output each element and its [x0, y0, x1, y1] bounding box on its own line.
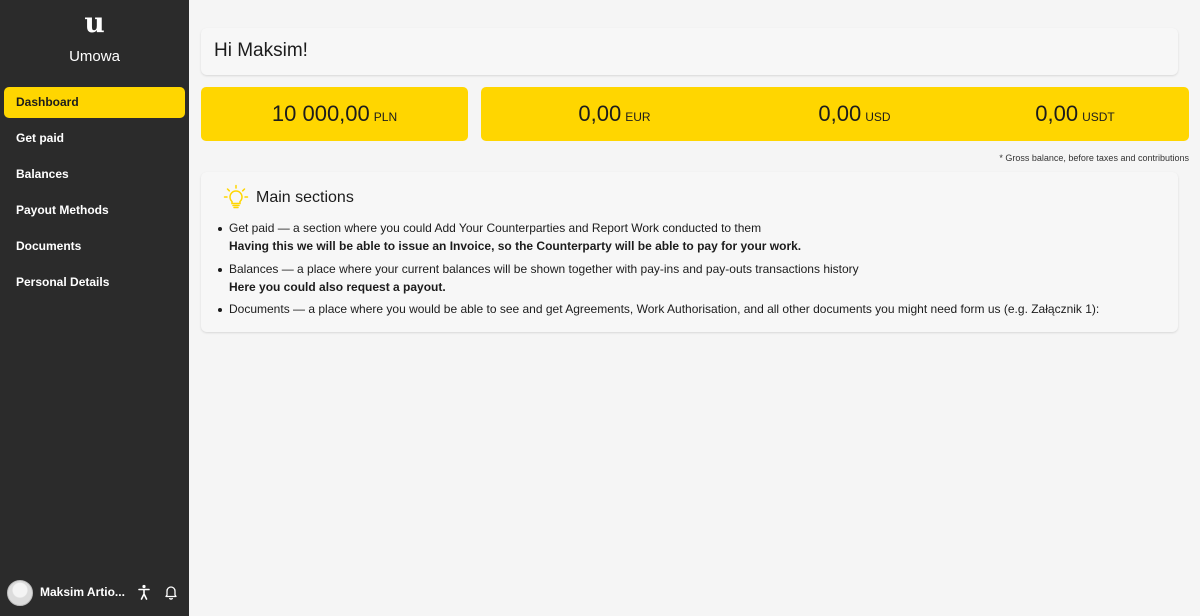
- accessibility-icon[interactable]: [136, 584, 152, 600]
- balance-amount: 0,00: [1035, 101, 1079, 126]
- list-item-text: Get paid — a section where you could Add…: [229, 221, 762, 235]
- list-item-bold: Here you could also request a payout.: [229, 280, 446, 294]
- greeting-header: Hi Maksim!: [201, 28, 1178, 75]
- user-name[interactable]: Maksim Artio...: [40, 585, 125, 599]
- sidebar: u Umowa Dashboard Get paid Balances Payo…: [0, 0, 189, 616]
- brand-name: Umowa: [69, 48, 120, 65]
- sections-title: Main sections: [256, 189, 354, 206]
- sidebar-item-get-paid[interactable]: Get paid: [4, 123, 185, 154]
- balance-card-usdt: 0,00 USDT: [961, 87, 1189, 141]
- list-item-bold: Having this we will be able to issue an …: [229, 239, 802, 253]
- balance-currency: PLN: [373, 110, 398, 124]
- balance-card-pln: 10 000,00 PLN: [201, 87, 468, 141]
- lightbulb-icon: [223, 184, 249, 210]
- list-item-text: Balances — a place where your current ba…: [229, 262, 859, 276]
- main-sections-card: Main sections Get paid — a section where…: [201, 172, 1178, 332]
- sidebar-item-balances[interactable]: Balances: [4, 159, 185, 190]
- main-content: Hi Maksim! 10 000,00 PLN 0,00 EUR 0,00 U…: [189, 0, 1200, 616]
- balance-card-eur: 0,00 EUR: [481, 87, 748, 141]
- sidebar-item-payout-methods[interactable]: Payout Methods: [4, 195, 185, 226]
- sidebar-item-dashboard[interactable]: Dashboard: [4, 87, 185, 118]
- balance-card-usd: 0,00 USD: [721, 87, 988, 141]
- page-title: Hi Maksim!: [214, 40, 308, 61]
- balance-currency: USD: [865, 110, 891, 124]
- avatar[interactable]: [7, 580, 33, 606]
- list-item-text: Documents — a place where you would be a…: [229, 302, 1100, 316]
- balances-note: * Gross balance, before taxes and contri…: [999, 153, 1189, 163]
- balance-amount: 0,00: [818, 101, 862, 126]
- user-bar: Maksim Artio...: [0, 570, 189, 616]
- balance-currency: EUR: [625, 110, 651, 124]
- bell-icon[interactable]: [163, 584, 179, 600]
- sidebar-item-documents[interactable]: Documents: [4, 231, 185, 262]
- sidebar-item-personal-details[interactable]: Personal Details: [4, 267, 185, 298]
- logo-icon[interactable]: u: [0, 6, 189, 40]
- balance-amount: 10 000,00: [271, 101, 370, 126]
- balance-currency: USDT: [1082, 110, 1115, 124]
- balance-amount: 0,00: [578, 101, 622, 126]
